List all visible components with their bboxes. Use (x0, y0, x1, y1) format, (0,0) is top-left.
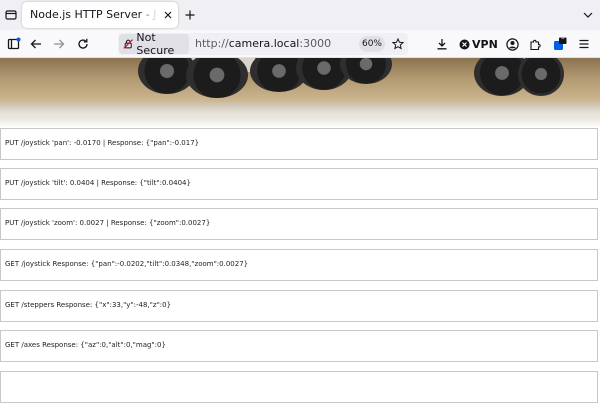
tab-list-button[interactable] (1, 5, 21, 25)
star-icon (392, 38, 404, 50)
site-security-indicator[interactable]: Not Secure (119, 31, 189, 57)
tab-strip: Node.js HTTP Server - Joystick P (0, 0, 600, 30)
log-entry: PUT /joystick 'tilt': 0.0404 | Response:… (0, 168, 598, 200)
landing-gear-wheel (518, 58, 564, 96)
app-menu-button[interactable] (574, 34, 594, 54)
downloads-button[interactable] (432, 34, 452, 54)
log-entry: PUT /joystick 'zoom': 0.0027 | Response:… (0, 208, 598, 240)
navigation-toolbar: Not Secure http://camera.local:3000 60% … (0, 30, 600, 58)
hamburger-menu-icon (579, 39, 589, 49)
vpn-label: VPN (472, 37, 498, 51)
list-all-tabs-button[interactable] (578, 5, 598, 25)
account-button[interactable] (502, 34, 522, 54)
page-content: PUT /joystick 'pan': -0.0170 | Response:… (0, 58, 600, 404)
url-host: camera.local (228, 37, 300, 50)
zoom-level-button[interactable]: 60% (359, 36, 385, 52)
tab-list-icon (5, 10, 17, 20)
log-entry-text: GET /axes Response: {"az":0,"alt":0,"mag… (5, 341, 166, 349)
tab-active[interactable]: Node.js HTTP Server - Joystick P (22, 2, 178, 28)
log-entry: PUT /joystick 'pan': -0.0170 | Response:… (0, 128, 598, 160)
arrow-right-icon (54, 39, 65, 49)
extension-badge-count: 0 (561, 34, 565, 41)
bookmark-button[interactable] (389, 35, 407, 53)
reload-button[interactable] (73, 34, 93, 54)
log-entry: GET /axes Response: {"az":0,"alt":0,"mag… (0, 330, 598, 362)
sidebar-icon (7, 37, 21, 50)
arrow-left-icon (30, 39, 41, 49)
log-entry-text: GET /steppers Response: {"x":33,"y":-48,… (5, 301, 172, 309)
account-icon (505, 37, 519, 51)
url-text[interactable]: http://camera.local:3000 (195, 37, 331, 50)
url-scheme: http:// (195, 37, 229, 50)
hero-fade (0, 120, 600, 128)
log-entry-text: PUT /joystick 'zoom': 0.0027 | Response:… (5, 219, 211, 227)
tab-title: Node.js HTTP Server - Joystick P (30, 8, 158, 21)
hero-banner-image (0, 58, 600, 128)
reload-icon (78, 38, 88, 49)
url-bar[interactable]: Not Secure http://camera.local:3000 60% (118, 31, 408, 57)
extensions-button[interactable] (525, 34, 545, 54)
log-entry: GET /joystick Response: {"pan":-0.0202,"… (0, 249, 598, 281)
log-entry-text: PUT /joystick 'pan': -0.0170 | Response:… (5, 139, 200, 147)
not-secure-label: Not Secure (136, 31, 175, 57)
close-icon (164, 11, 172, 19)
download-icon (437, 39, 447, 50)
log-entry-text: GET /joystick Response: {"pan":-0.0202,"… (5, 260, 249, 268)
not-secure-icon (123, 39, 133, 49)
log-entry (0, 371, 598, 403)
puzzle-icon (529, 39, 541, 50)
tab-close-button[interactable] (160, 7, 176, 23)
log-entry-text: PUT /joystick 'tilt': 0.0404 | Response:… (5, 179, 191, 187)
sidebar-button[interactable] (4, 34, 24, 54)
forward-button[interactable] (49, 34, 69, 54)
back-button[interactable] (26, 34, 46, 54)
landing-gear-wheel (340, 58, 392, 84)
plus-icon (185, 10, 195, 20)
new-tab-button[interactable] (180, 5, 200, 25)
log-entry: GET /steppers Response: {"x":33,"y":-48,… (0, 290, 598, 322)
extension-badge-button[interactable]: 0 (550, 34, 570, 54)
chevron-down-icon (583, 12, 593, 18)
url-port: :3000 (299, 37, 332, 50)
landing-gear-wheel (186, 58, 248, 98)
vpn-status-icon (459, 39, 470, 49)
vpn-button[interactable]: VPN (459, 35, 498, 53)
